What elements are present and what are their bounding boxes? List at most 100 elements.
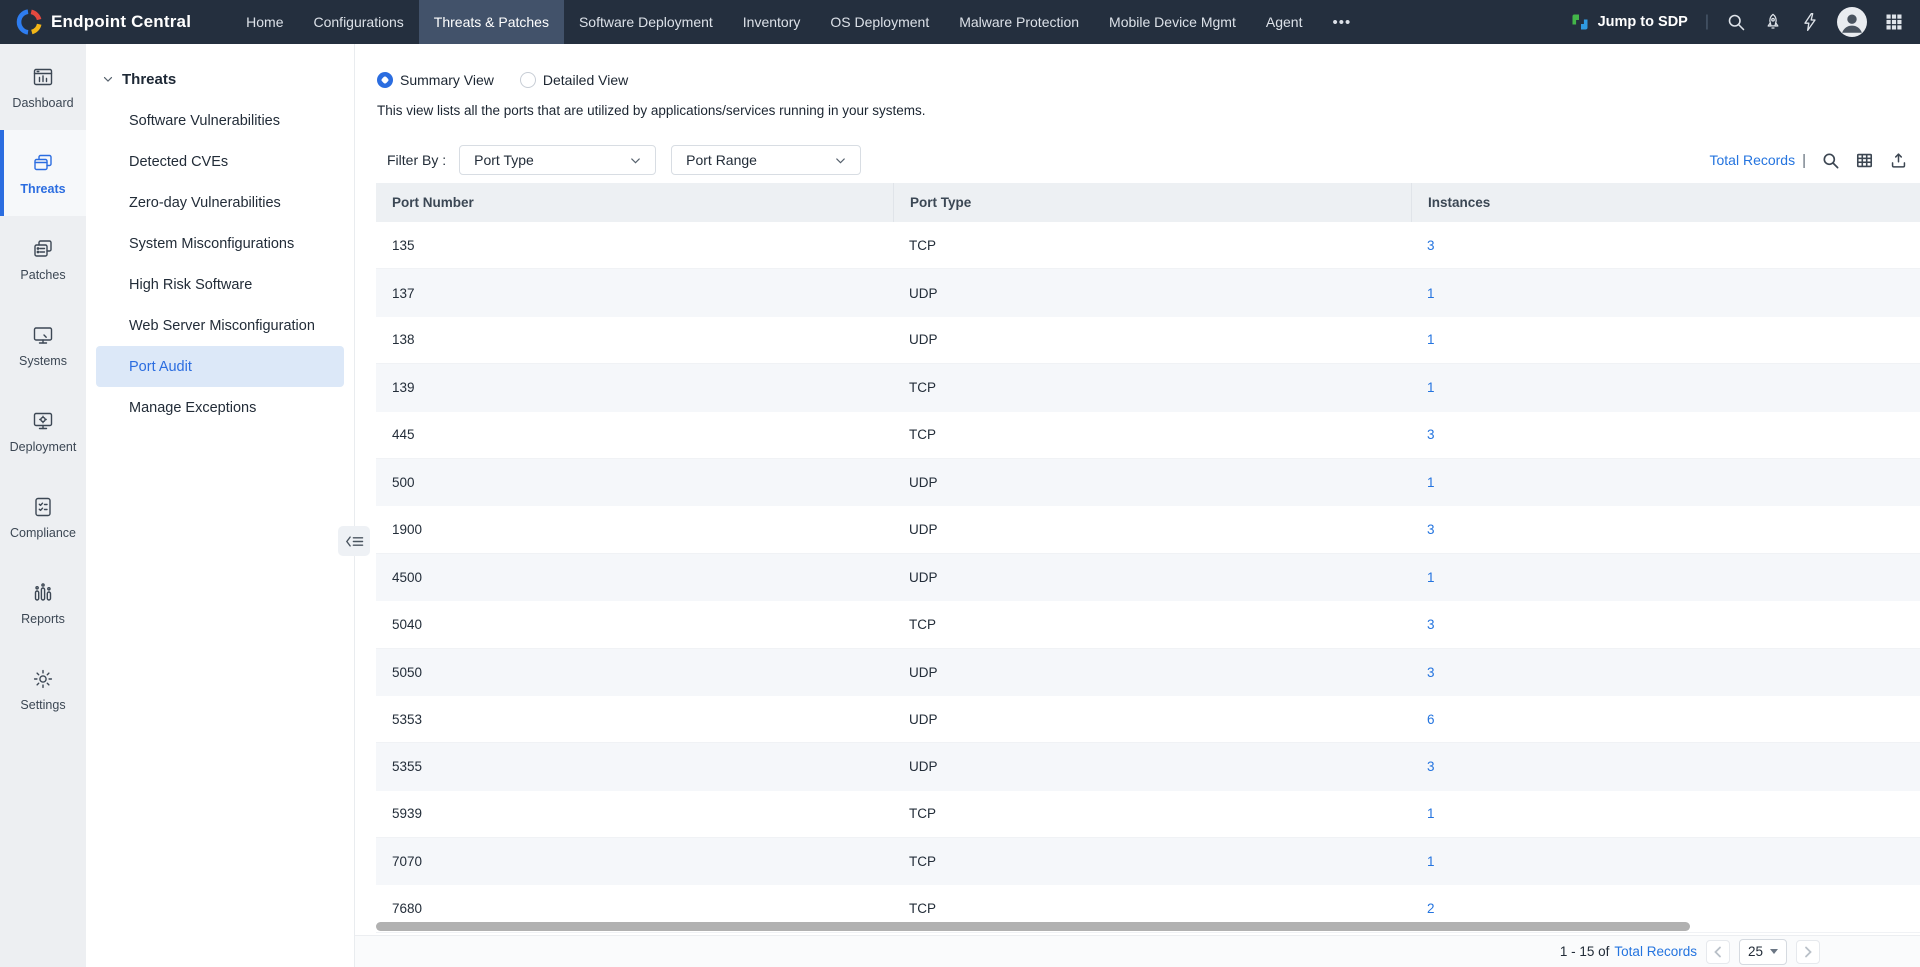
instances-link[interactable]: 3 <box>1427 522 1435 537</box>
detailed-view-radio[interactable]: Detailed View <box>519 72 628 88</box>
subnav-item-detected-cves[interactable]: Detected CVEs <box>96 141 344 182</box>
collapse-sidebar-button[interactable] <box>338 526 370 556</box>
subnav-title-text: Threats <box>122 70 177 88</box>
column-header-port-type[interactable]: Port Type <box>893 183 1411 222</box>
subnav-item-web-server-misconfiguration[interactable]: Web Server Misconfiguration <box>96 305 344 346</box>
search-icon[interactable] <box>1821 151 1840 170</box>
table-row: 1900 UDP 3 <box>376 506 1920 554</box>
table-row: 5040 TCP 3 <box>376 601 1920 649</box>
avatar[interactable] <box>1837 7 1867 37</box>
chevron-down-icon <box>833 153 848 168</box>
instances-link[interactable]: 3 <box>1427 665 1435 680</box>
pagination-total-records-link[interactable]: Total Records <box>1614 944 1697 959</box>
topnav-separator: | <box>1704 13 1709 30</box>
instances-link[interactable]: 1 <box>1427 380 1435 395</box>
sidebar-item-systems[interactable]: Systems <box>0 302 86 388</box>
apps-grid-icon[interactable] <box>1884 12 1904 32</box>
instances-link[interactable]: 1 <box>1427 286 1435 301</box>
port-type-cell: UDP <box>909 332 938 348</box>
search-icon[interactable] <box>1726 12 1746 32</box>
table-header: Port Number Port Type Instances <box>376 183 1920 222</box>
subnav-item-software-vulnerabilities[interactable]: Software Vulnerabilities <box>96 100 344 141</box>
nav-item-mobile-device-mgmt[interactable]: Mobile Device Mgmt <box>1094 0 1251 44</box>
column-header-port-number[interactable]: Port Number <box>376 183 893 222</box>
subnav-item-manage-exceptions[interactable]: Manage Exceptions <box>96 387 344 428</box>
instances-cell: 1 <box>1411 806 1920 821</box>
instances-link[interactable]: 6 <box>1427 712 1435 727</box>
instances-link[interactable]: 1 <box>1427 854 1435 869</box>
instances-link[interactable]: 1 <box>1427 332 1435 347</box>
nav-item-more[interactable]: ••• <box>1317 0 1366 44</box>
sidebar-item-patches[interactable]: Patches <box>0 216 86 302</box>
instances-link[interactable]: 3 <box>1427 617 1435 632</box>
port-type-dropdown[interactable]: Port Type <box>459 145 657 175</box>
port-number-cell: 7680 <box>392 901 423 917</box>
instances-cell: 3 <box>1411 665 1920 680</box>
nav-item-inventory[interactable]: Inventory <box>728 0 816 44</box>
port-type-cell: TCP <box>909 427 936 443</box>
instances-link[interactable]: 1 <box>1427 475 1435 490</box>
instances-link[interactable]: 3 <box>1427 759 1435 774</box>
sidebar-item-label: Reports <box>21 611 65 626</box>
previous-page-button[interactable] <box>1705 939 1730 964</box>
lightning-icon[interactable] <box>1800 12 1820 32</box>
port-number-cell: 500 <box>392 475 415 491</box>
sidebar-item-compliance[interactable]: Compliance <box>0 474 86 560</box>
instances-cell: 1 <box>1411 286 1920 301</box>
radio-unselected-icon <box>519 72 536 88</box>
nav-item-malware-protection[interactable]: Malware Protection <box>944 0 1094 44</box>
instances-link[interactable]: 2 <box>1427 901 1435 916</box>
table-row: 5050 UDP 3 <box>376 648 1920 696</box>
instances-link[interactable]: 3 <box>1427 427 1435 442</box>
instances-link[interactable]: 1 <box>1427 806 1435 821</box>
rocket-icon[interactable] <box>1763 12 1783 32</box>
nav-item-software-deployment[interactable]: Software Deployment <box>564 0 728 44</box>
port-range-dropdown-value: Port Range <box>686 152 757 168</box>
subnav-item-high-risk-software[interactable]: High Risk Software <box>96 264 344 305</box>
next-page-button[interactable] <box>1796 939 1820 964</box>
nav-item-agent[interactable]: Agent <box>1251 0 1318 44</box>
table-body: 135 TCP 3 137 UDP 1 138 UDP 1 139 TCP 1 445 TCP 3 500 UD… <box>376 222 1920 933</box>
port-type-cell: UDP <box>909 522 938 538</box>
sidebar-item-dashboard[interactable]: Dashboard <box>0 44 86 130</box>
instances-link[interactable]: 3 <box>1427 238 1435 253</box>
subnav-item-port-audit[interactable]: Port Audit <box>96 346 344 387</box>
nav-item-home[interactable]: Home <box>231 0 298 44</box>
summary-view-label: Summary View <box>400 72 494 88</box>
sidebar-item-label: Deployment <box>9 439 77 454</box>
table-row: 5939 TCP 1 <box>376 791 1920 839</box>
port-type-cell: TCP <box>909 901 936 917</box>
sidebar-item-label: Dashboard <box>12 95 74 110</box>
nav-item-threats-patches[interactable]: Threats & Patches <box>418 0 564 44</box>
table-tools: Total Records | <box>1710 151 1909 170</box>
nav-item-os-deployment[interactable]: OS Deployment <box>815 0 944 44</box>
brand[interactable]: Endpoint Central <box>0 0 231 44</box>
port-number-cell: 5355 <box>392 759 423 775</box>
jump-to-sdp-label: Jump to SDP <box>1597 14 1688 30</box>
sidebar-item-settings[interactable]: Settings <box>0 646 86 732</box>
instances-cell: 1 <box>1411 475 1920 490</box>
subnav-item-system-misconfigurations[interactable]: System Misconfigurations <box>96 223 344 264</box>
nav-item-configurations[interactable]: Configurations <box>299 0 419 44</box>
column-header-instances[interactable]: Instances <box>1411 183 1920 222</box>
port-number-cell: 5939 <box>392 806 423 822</box>
sidebar-item-deployment[interactable]: Deployment <box>0 388 86 474</box>
instances-link[interactable]: 1 <box>1427 570 1435 585</box>
page-size-dropdown[interactable]: 25 <box>1738 938 1787 965</box>
port-number-cell: 4500 <box>392 569 423 585</box>
table-row: 138 UDP 1 <box>376 317 1920 365</box>
sidebar-item-reports[interactable]: Reports <box>0 560 86 646</box>
subnav-item-zero-day-vulnerabilities[interactable]: Zero-day Vulnerabilities <box>96 182 344 223</box>
total-records-link[interactable]: Total Records <box>1710 152 1796 168</box>
pagination-bar: 1 - 15 of Total Records 25 <box>355 935 1920 967</box>
port-range-dropdown[interactable]: Port Range <box>671 145 862 175</box>
summary-view-radio[interactable]: Summary View <box>377 72 494 88</box>
port-number-cell: 5353 <box>392 711 423 727</box>
export-icon[interactable] <box>1889 151 1908 170</box>
subnav-title[interactable]: Threats <box>86 66 354 92</box>
sidebar-item-threats[interactable]: Threats <box>0 130 86 216</box>
horizontal-scrollbar[interactable] <box>376 922 1690 931</box>
table-view-icon[interactable] <box>1855 151 1874 170</box>
jump-to-sdp-button[interactable]: Jump to SDP <box>1570 12 1688 32</box>
view-description: This view lists all the ports that are u… <box>377 103 926 118</box>
